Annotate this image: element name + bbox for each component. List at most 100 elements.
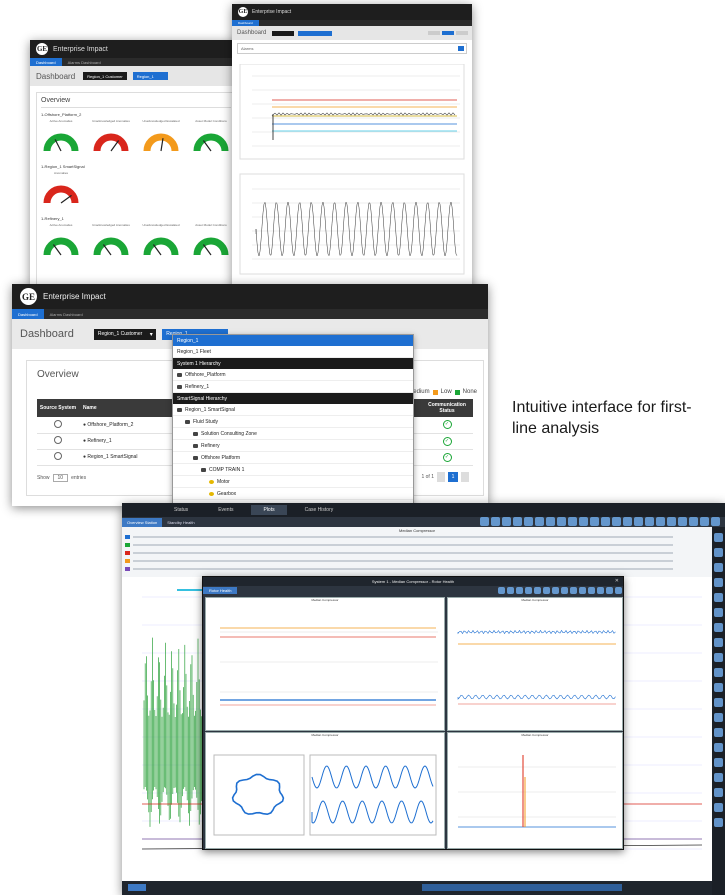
tool-icon[interactable] (714, 578, 723, 587)
toolbar-icon[interactable] (498, 586, 505, 594)
zoom-out-icon[interactable] (128, 884, 146, 891)
toolbar-icon[interactable] (623, 517, 632, 526)
tool-icon[interactable] (714, 623, 723, 632)
page-size-select[interactable]: 10 (52, 474, 69, 482)
toolbar-icon[interactable] (570, 586, 577, 594)
tree-item[interactable]: Gearbox (173, 488, 413, 500)
tree-item[interactable]: Fluid Study (173, 416, 413, 428)
toolbar-icon[interactable] (513, 517, 522, 526)
prev-page-button[interactable] (437, 472, 445, 482)
toolbar-icon[interactable] (606, 586, 613, 594)
trend-region-select[interactable] (298, 30, 333, 36)
tab-dashboard[interactable]: Dashboard (30, 58, 62, 66)
toolbar-icon[interactable] (525, 586, 532, 594)
toolbar-icon[interactable] (507, 586, 514, 594)
tool-icon[interactable] (714, 743, 723, 752)
close-icon[interactable]: ✕ (615, 578, 619, 584)
toolbar-icon[interactable] (656, 517, 665, 526)
legend-row[interactable] (122, 565, 712, 573)
toolbar-icon[interactable] (534, 586, 541, 594)
toolbar-icon[interactable] (588, 586, 595, 594)
toolbar-icon[interactable] (568, 517, 577, 526)
top-tab[interactable]: Status (162, 505, 200, 515)
toolbar-icon[interactable] (645, 517, 654, 526)
tool-icon[interactable] (714, 713, 723, 722)
tree-item[interactable]: Region_1 (173, 335, 413, 346)
legend-row[interactable] (122, 533, 712, 541)
col-comm-status[interactable]: Communication Status (421, 399, 473, 417)
subtab-overview[interactable]: Overview Station (122, 517, 163, 527)
tab-alarms[interactable]: Alarms Dashboard (44, 309, 89, 319)
toolbar-icon[interactable] (689, 517, 698, 526)
view-option[interactable] (428, 31, 440, 35)
col-source-system[interactable]: Source System (37, 399, 79, 417)
alarm-search[interactable]: Alarms (237, 43, 467, 54)
toolbar-icon[interactable] (579, 586, 586, 594)
tool-icon[interactable] (714, 788, 723, 797)
tab-dashboard[interactable]: Dashboard (232, 20, 259, 26)
tool-icon[interactable] (714, 563, 723, 572)
tab-rotor-health[interactable]: Rotor Health (203, 587, 238, 594)
tool-icon[interactable] (714, 533, 723, 542)
tree-item[interactable]: Motor (173, 476, 413, 488)
tool-icon[interactable] (714, 773, 723, 782)
tool-icon[interactable] (714, 653, 723, 662)
toolbar-icon[interactable] (711, 517, 720, 526)
tree-item[interactable]: COMP TRAIN 1 (173, 464, 413, 476)
tree-item[interactable]: Solution Consulting Zone (173, 428, 413, 440)
trend-customer-select[interactable] (272, 30, 295, 36)
tab-alarms[interactable]: Alarms Dashboard (62, 58, 107, 66)
legend-row[interactable] (122, 549, 712, 557)
tool-icon[interactable] (714, 728, 723, 737)
tool-icon[interactable] (714, 638, 723, 647)
top-tab[interactable]: Case History (293, 505, 346, 515)
page-1-button[interactable]: 1 (448, 472, 458, 482)
tree-item[interactable]: Refinery_1 (173, 381, 413, 393)
tree-item[interactable]: Offshore Platform (173, 452, 413, 464)
view-option[interactable] (456, 31, 468, 35)
view-option-active[interactable] (442, 31, 454, 35)
toolbar-icon[interactable] (678, 517, 687, 526)
tool-icon[interactable] (714, 758, 723, 767)
tree-item[interactable]: Refinery (173, 440, 413, 452)
region-select[interactable]: Region_1 (132, 72, 168, 80)
legend-row[interactable] (122, 557, 712, 565)
toolbar-icon[interactable] (543, 586, 550, 594)
toolbar-icon[interactable] (597, 586, 604, 594)
tool-icon[interactable] (714, 683, 723, 692)
toolbar-icon[interactable] (524, 517, 533, 526)
toolbar-icon[interactable] (579, 517, 588, 526)
tool-icon[interactable] (714, 593, 723, 602)
toolbar-icon[interactable] (590, 517, 599, 526)
legend-row[interactable] (122, 541, 712, 549)
tool-icon[interactable] (714, 608, 723, 617)
toolbar-icon[interactable] (546, 517, 555, 526)
toolbar-icon[interactable] (552, 586, 559, 594)
search-icon[interactable] (458, 46, 464, 51)
next-page-button[interactable] (461, 472, 469, 482)
toolbar-icon[interactable] (502, 517, 511, 526)
toolbar-icon[interactable] (561, 586, 568, 594)
subtab-standby[interactable]: Standby Health (162, 518, 199, 527)
toolbar-icon[interactable] (535, 517, 544, 526)
top-tab[interactable]: Plots (251, 505, 287, 515)
tool-icon[interactable] (714, 668, 723, 677)
timeline-scrollbar[interactable] (422, 884, 622, 891)
view-toggle[interactable] (428, 31, 472, 35)
toolbar-icon[interactable] (601, 517, 610, 526)
toolbar-icon[interactable] (557, 517, 566, 526)
chevron-down-icon[interactable]: ▾ (146, 328, 157, 340)
customer-select[interactable]: Region_1 Customer (83, 72, 127, 80)
toolbar-icon[interactable] (516, 586, 523, 594)
customer-select[interactable]: Region_1 Customer (93, 328, 147, 340)
top-tab[interactable]: Events (206, 505, 245, 515)
toolbar-icon[interactable] (634, 517, 643, 526)
toolbar-icon[interactable] (491, 517, 500, 526)
tree-item[interactable]: Region_1 SmartSignal (173, 404, 413, 416)
toolbar-icon[interactable] (667, 517, 676, 526)
tool-icon[interactable] (714, 548, 723, 557)
tree-item[interactable]: Region_1 Fleet (173, 346, 413, 358)
toolbar-icon[interactable] (612, 517, 621, 526)
tool-icon[interactable] (714, 818, 723, 827)
tree-item[interactable]: Offshore_Platform (173, 369, 413, 381)
